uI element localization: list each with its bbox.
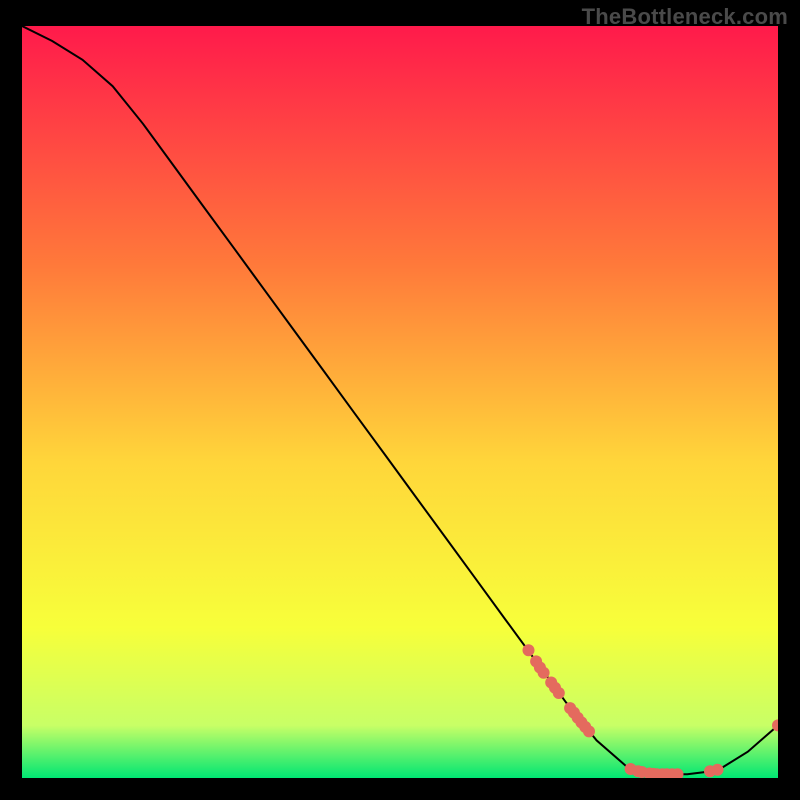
curve-marker [712,764,724,776]
curve-marker [553,687,565,699]
curve-marker [583,725,595,737]
chart-svg [22,26,778,778]
curve-marker [523,644,535,656]
gradient-background [22,26,778,778]
chart-stage: TheBottleneck.com [0,0,800,800]
curve-marker [538,667,550,679]
plot-area [22,26,778,778]
